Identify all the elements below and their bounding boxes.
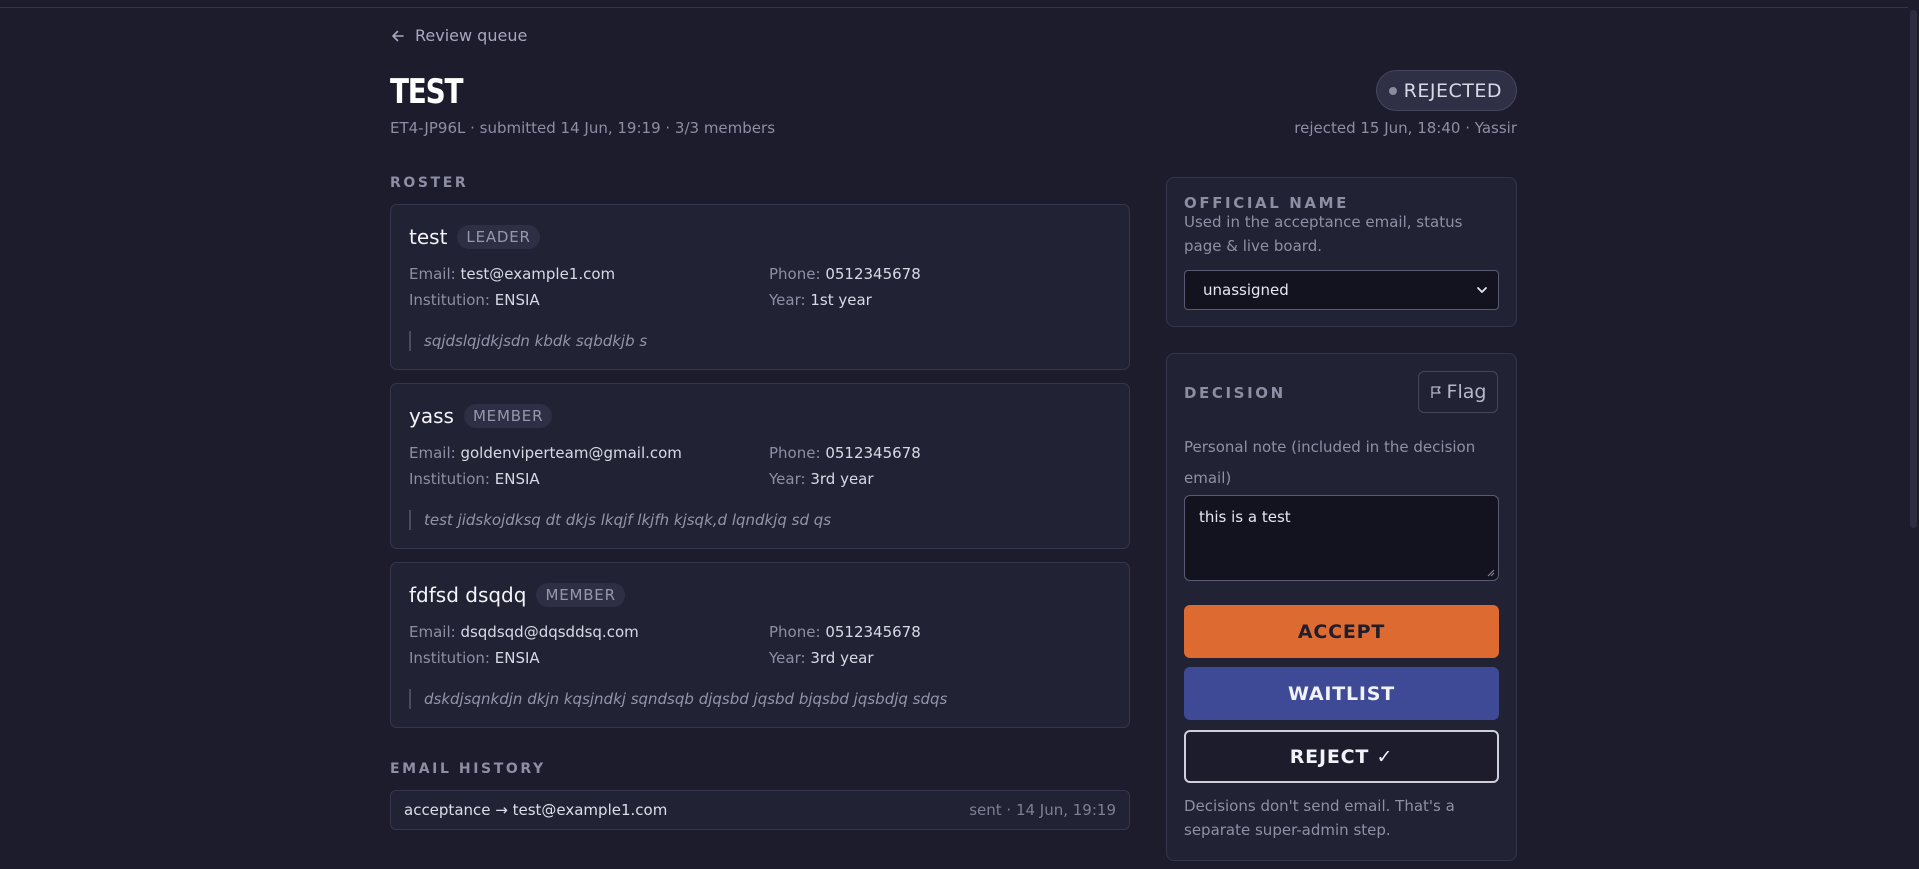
member-phone: Phone: 0512345678: [769, 265, 921, 283]
member-card: test LEADER Email: test@example1.com Pho…: [390, 204, 1130, 370]
institution-value: ENSIA: [494, 470, 540, 488]
status-badge: REJECTED: [1375, 70, 1517, 111]
member-institution: Institution: ENSIA: [409, 649, 540, 667]
member-card: fdfsd dsqdq MEMBER Email: dsqdsqd@dqsdds…: [390, 562, 1130, 728]
flag-button[interactable]: Flag: [1418, 371, 1498, 413]
decision-footer-note: Decisions don't send email. That's a sep…: [1184, 797, 1455, 839]
email-history-entry: acceptance → test@example1.com sent · 14…: [390, 790, 1130, 830]
member-name: yass: [409, 404, 454, 428]
accept-button[interactable]: ACCEPT: [1184, 605, 1499, 658]
year-label: Year:: [769, 649, 806, 667]
decision-note-value: this is a test: [1199, 508, 1291, 526]
email-value: test@example1.com: [460, 265, 616, 283]
email-label: Email:: [409, 623, 456, 641]
official-name-select[interactable]: unassigned: [1184, 270, 1499, 310]
decision-note-input[interactable]: this is a test: [1184, 495, 1499, 581]
chevron-down-icon: [1477, 287, 1487, 293]
status-detail: rejected 15 Jun, 18:40 · Yassir: [1294, 119, 1517, 137]
year-label: Year:: [769, 470, 806, 488]
email-value: dsqdsqd@dqsddsq.com: [460, 623, 639, 641]
year-value: 3rd year: [810, 470, 874, 488]
official-name-help: Used in the acceptance email, status pag…: [1184, 213, 1463, 255]
year-value: 1st year: [810, 291, 872, 309]
flag-button-label: Flag: [1446, 381, 1487, 403]
institution-value: ENSIA: [494, 649, 540, 667]
back-link[interactable]: Review queue: [390, 26, 527, 45]
arrow-left-icon: [392, 30, 404, 41]
email-label: Email:: [409, 265, 456, 283]
page-title: TEST: [390, 72, 463, 112]
email-history-heading: EMAIL HISTORY: [390, 761, 546, 777]
member-name: fdfsd dsqdq: [409, 583, 527, 607]
year-value: 3rd year: [810, 649, 874, 667]
role-badge: MEMBER: [463, 404, 553, 428]
role-badge: LEADER: [457, 225, 540, 249]
decision-panel: DECISION Flag Personal note (included in…: [1166, 353, 1517, 861]
member-note: test jidskojdksq dt dkjs lkqjf lkjfh kjs…: [409, 510, 831, 530]
member-card: yass MEMBER Email: goldenviperteam@gmail…: [390, 383, 1130, 549]
email-history-text: acceptance → test@example1.com: [404, 801, 668, 819]
member-email: Email: dsqdsqd@dqsddsq.com: [409, 623, 639, 641]
scrollbar[interactable]: [1908, 0, 1919, 869]
member-phone: Phone: 0512345678: [769, 444, 921, 462]
phone-value: 0512345678: [825, 623, 921, 641]
email-value: goldenviperteam@gmail.com: [460, 444, 682, 462]
institution-label: Institution:: [409, 291, 490, 309]
member-phone: Phone: 0512345678: [769, 623, 921, 641]
member-note: sqjdslqjdkjsdn kbdk sqbdkjb s: [409, 331, 647, 351]
email-history-status: sent · 14 Jun, 19:19: [969, 801, 1116, 819]
official-name-panel: OFFICIAL NAME Used in the acceptance ema…: [1166, 177, 1517, 327]
email-label: Email:: [409, 444, 456, 462]
phone-value: 0512345678: [825, 444, 921, 462]
member-note: dskdjsqnkdjn dkjn kqsjndkj sqndsqb djqsb…: [409, 689, 947, 709]
role-badge: MEMBER: [536, 583, 625, 607]
year-label: Year:: [769, 291, 806, 309]
back-link-label: Review queue: [415, 26, 528, 45]
phone-label: Phone:: [769, 444, 821, 462]
team-meta: ET4-JP96L · submitted 14 Jun, 19:19 · 3/…: [390, 119, 776, 137]
member-email: Email: goldenviperteam@gmail.com: [409, 444, 682, 462]
review-page: Review queue TEST ET4-JP96L · submitted …: [390, 0, 1517, 869]
member-year: Year: 3rd year: [769, 649, 874, 667]
phone-value: 0512345678: [825, 265, 921, 283]
decision-heading: DECISION: [1184, 384, 1286, 402]
phone-label: Phone:: [769, 265, 821, 283]
roster-heading: ROSTER: [390, 175, 469, 191]
member-institution: Institution: ENSIA: [409, 470, 540, 488]
official-name-select-value: unassigned: [1203, 281, 1289, 299]
phone-label: Phone:: [769, 623, 821, 641]
resize-grip-icon[interactable]: [1487, 569, 1495, 577]
member-name: test: [409, 225, 448, 249]
institution-value: ENSIA: [494, 291, 540, 309]
decision-note-label: Personal note (included in the decision …: [1184, 438, 1476, 487]
member-year: Year: 3rd year: [769, 470, 874, 488]
status-badge-label: REJECTED: [1403, 79, 1502, 102]
institution-label: Institution:: [409, 649, 490, 667]
member-institution: Institution: ENSIA: [409, 291, 540, 309]
flag-icon: [1430, 386, 1441, 398]
member-email: Email: test@example1.com: [409, 265, 615, 283]
member-year: Year: 1st year: [769, 291, 872, 309]
institution-label: Institution:: [409, 470, 490, 488]
scrollbar-thumb[interactable]: [1910, 10, 1917, 528]
reject-button[interactable]: REJECT ✓: [1184, 730, 1499, 783]
status-dot-icon: [1388, 86, 1397, 95]
waitlist-button[interactable]: WAITLIST: [1184, 667, 1499, 720]
